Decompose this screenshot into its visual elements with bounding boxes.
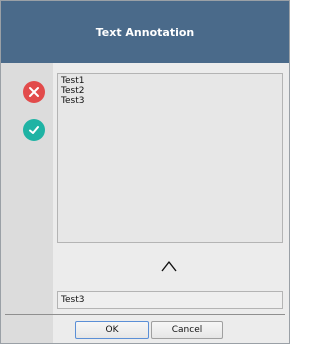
annotation-line: Test1 <box>61 76 85 86</box>
dialog-title: Text Annotation <box>95 25 195 39</box>
ok-button[interactable]: OK <box>75 321 149 339</box>
annotation-line: Test2 <box>61 86 85 96</box>
annotation-textarea[interactable]: Test1 Test2 Test3 <box>57 73 283 243</box>
chevron-up-icon[interactable] <box>159 259 179 273</box>
text-annotation-dialog: Text Annotation Test1 Test2 Test3 Test3 … <box>0 0 290 344</box>
close-icon <box>29 87 39 97</box>
annotation-line: Test3 <box>61 96 85 106</box>
annotation-input-value: Test3 <box>61 295 85 305</box>
left-rail <box>1 63 53 343</box>
check-icon <box>29 126 39 134</box>
dialog-titlebar: Text Annotation <box>1 1 289 63</box>
reject-button[interactable] <box>23 81 45 103</box>
cancel-label: Cancel <box>171 325 203 335</box>
accept-button[interactable] <box>23 119 45 141</box>
cancel-button[interactable]: Cancel <box>151 321 223 339</box>
annotation-input[interactable]: Test3 <box>57 291 283 309</box>
ok-label: OK <box>105 325 119 335</box>
divider <box>5 314 285 315</box>
